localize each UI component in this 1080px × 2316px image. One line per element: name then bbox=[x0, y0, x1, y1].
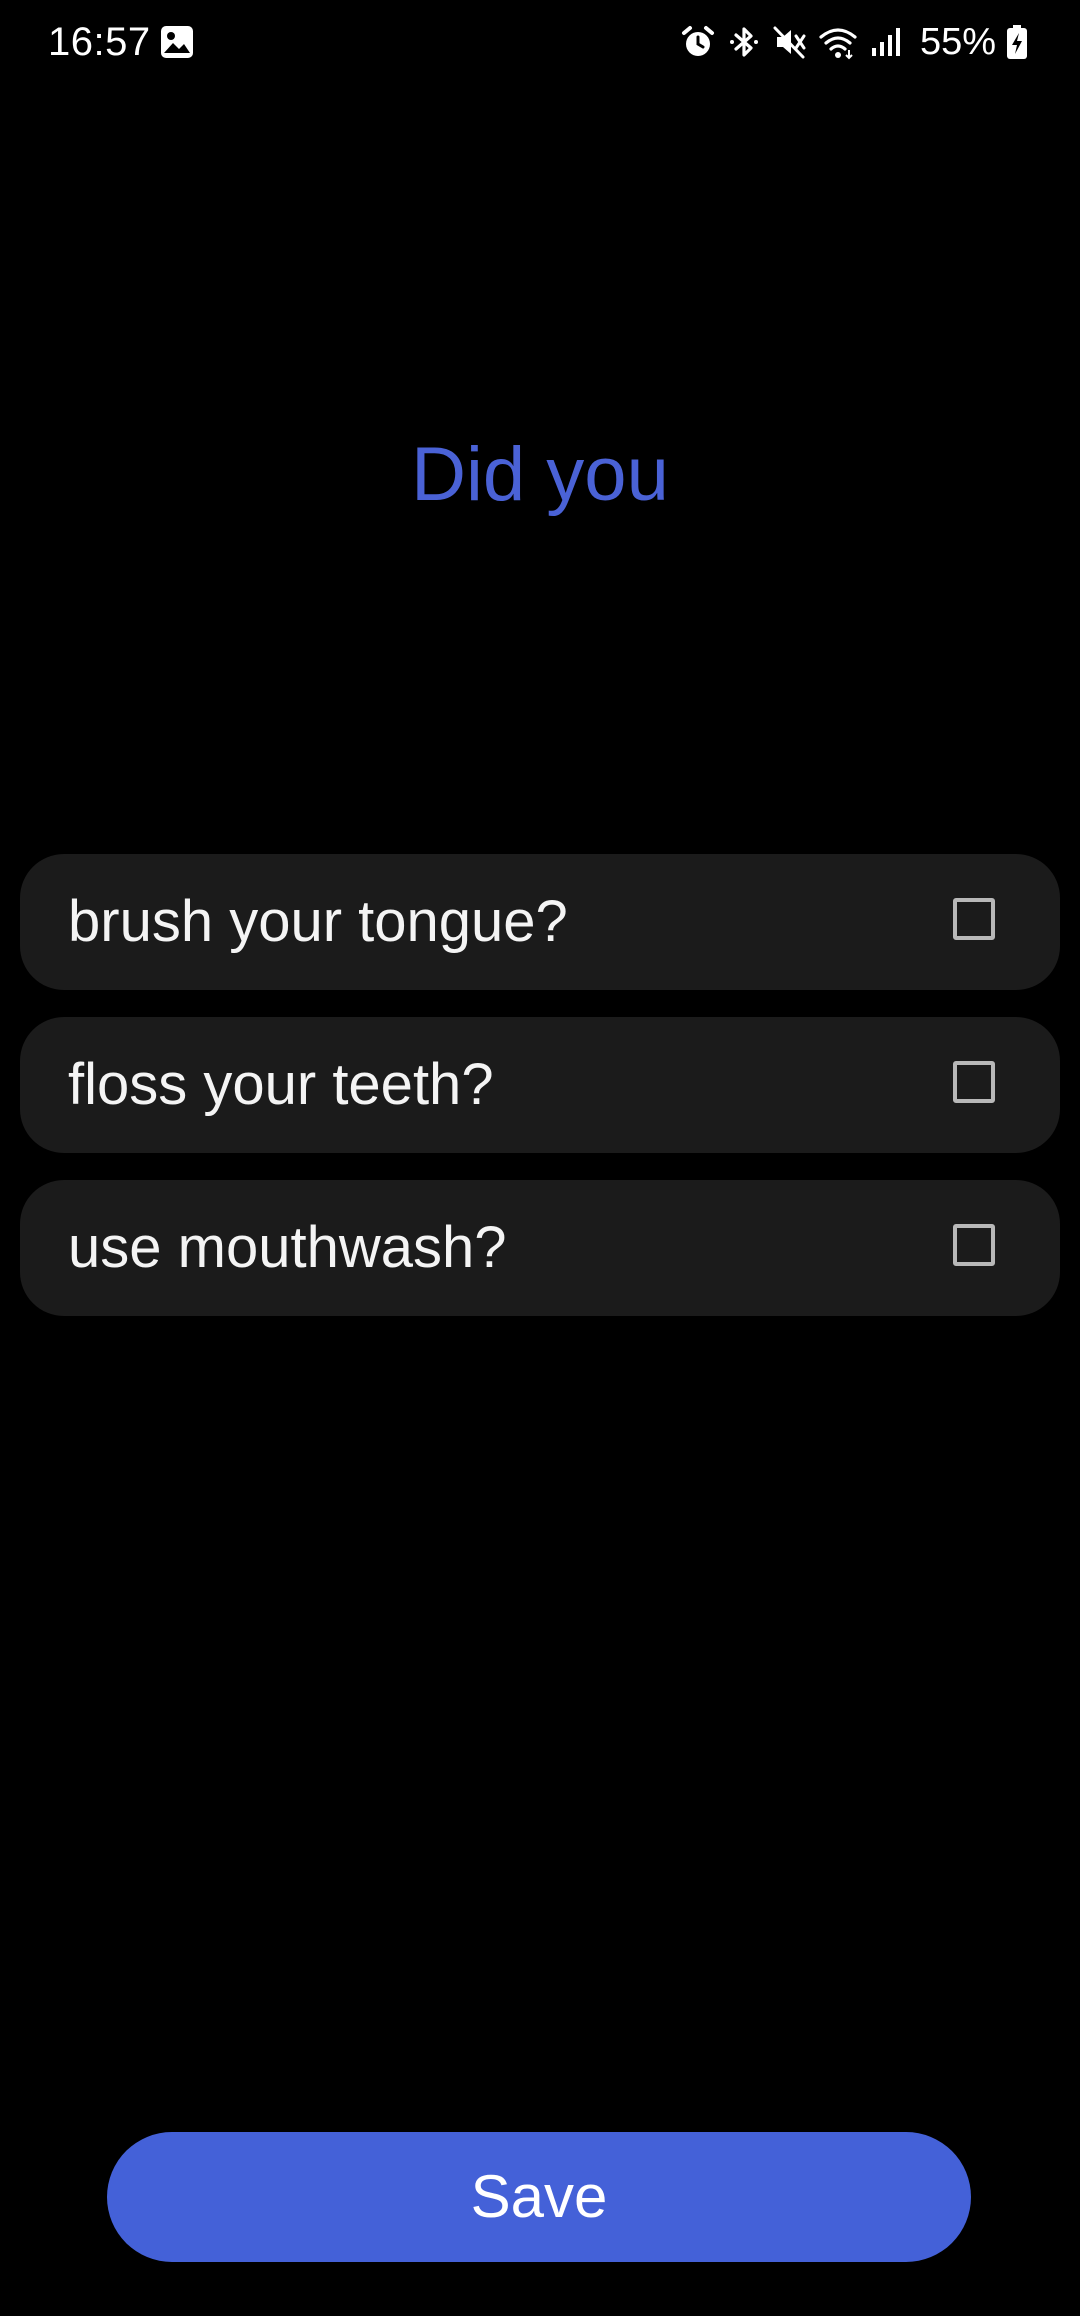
save-button[interactable]: Save bbox=[107, 2132, 971, 2262]
status-bar: 16:57 55% bbox=[0, 0, 1080, 86]
checkbox[interactable] bbox=[953, 898, 995, 940]
checklist-item-brush-tongue[interactable]: brush your tongue? bbox=[20, 854, 1060, 990]
checklist-item-floss-teeth[interactable]: floss your teeth? bbox=[20, 1017, 1060, 1153]
battery-charging-icon bbox=[1007, 25, 1027, 59]
alarm-icon bbox=[681, 26, 714, 56]
checkbox[interactable] bbox=[953, 1061, 995, 1103]
mute-icon bbox=[773, 26, 806, 59]
checklist-item-label: brush your tongue? bbox=[68, 889, 568, 954]
checklist-item-label: floss your teeth? bbox=[68, 1052, 494, 1117]
checklist-item-label: use mouthwash? bbox=[68, 1215, 507, 1280]
page-title: Did you bbox=[411, 432, 669, 517]
status-time: 16:57 bbox=[48, 20, 151, 64]
battery-percent: 55% bbox=[919, 21, 996, 63]
bluetooth-icon bbox=[729, 27, 758, 57]
signal-icon bbox=[871, 28, 900, 56]
checklist-item-mouthwash[interactable]: use mouthwash? bbox=[20, 1180, 1060, 1316]
checklist: brush your tongue? floss your teeth? use… bbox=[20, 854, 1060, 1343]
status-icons: 55% bbox=[680, 18, 1028, 66]
gallery-icon bbox=[160, 25, 194, 59]
wifi-icon bbox=[819, 28, 857, 60]
checkbox[interactable] bbox=[953, 1224, 995, 1266]
